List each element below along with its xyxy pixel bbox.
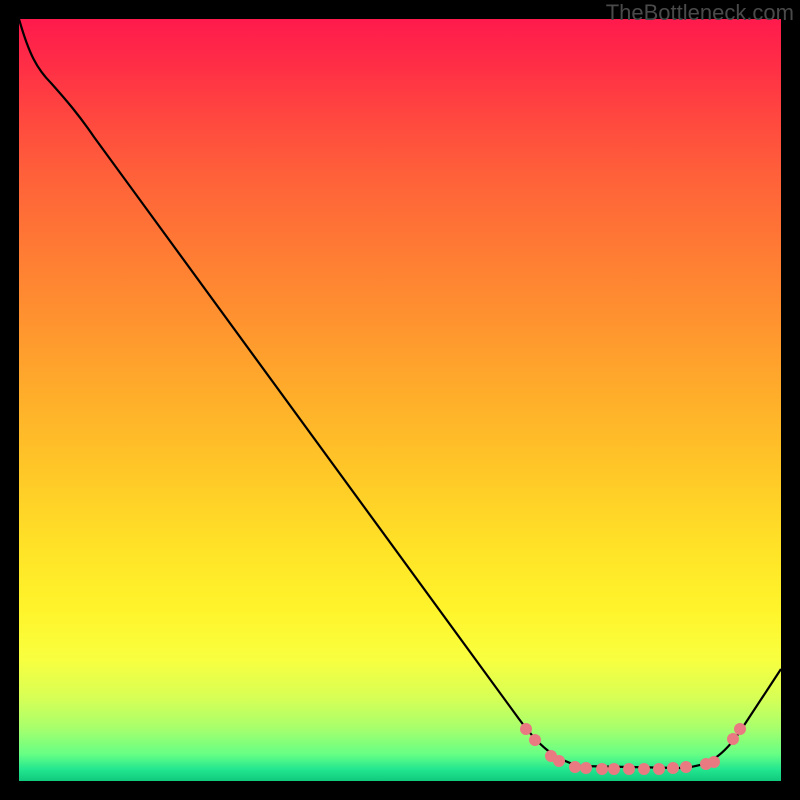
chart-frame (19, 19, 781, 781)
chart-marker (638, 763, 650, 775)
chart-svg (19, 19, 781, 781)
chart-marker (727, 733, 739, 745)
chart-curve (19, 19, 781, 768)
watermark-text: TheBottleneck.com (606, 0, 794, 26)
chart-markers (520, 723, 746, 775)
chart-marker (734, 723, 746, 735)
chart-marker (667, 762, 679, 774)
chart-marker (608, 763, 620, 775)
chart-marker (553, 755, 565, 767)
chart-marker (623, 763, 635, 775)
chart-marker (520, 723, 532, 735)
chart-marker (529, 734, 541, 746)
chart-marker (596, 763, 608, 775)
chart-marker (580, 762, 592, 774)
chart-marker (708, 756, 720, 768)
chart-marker (680, 761, 692, 773)
chart-marker (653, 763, 665, 775)
chart-marker (569, 761, 581, 773)
